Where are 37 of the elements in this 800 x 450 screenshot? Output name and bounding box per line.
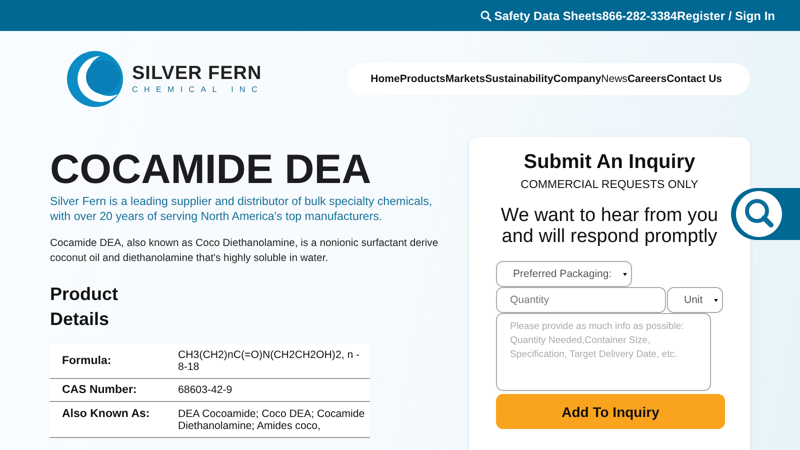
logo-name: SILVER FERN [132, 63, 263, 85]
intro-text: Silver Fern is a leading supplier and distributor of bulk specialty chemicals, with over 20 years of serving North America's top manufacturers. [50, 194, 434, 224]
logo-tagline: CHEMICAL INC [132, 85, 264, 94]
product-title: COCAMIDE DEA [50, 148, 372, 190]
packaging-select[interactable]: Preferred Packaging: [496, 261, 632, 287]
logo-icon [66, 50, 124, 108]
details-heading: Product Details [50, 283, 120, 331]
safety-data-sheets-link[interactable]: Safety Data Sheets [480, 8, 602, 22]
search-button[interactable] [731, 188, 800, 240]
message-field[interactable]: Please provide as much info as possible: Quantity Needed,Container Size, Specification, Target Delivery Date, etc. [496, 313, 711, 391]
description-text: Cocamide DEA, also known as Coco Diethanolamine, is a nonionic surfactant derive coconut oil and diethanolamine that's highly soluble in water. [50, 237, 440, 266]
nav-link[interactable]: Company [553, 72, 602, 84]
detail-label: CAS Number: [62, 384, 138, 396]
inquiry-title: Submit An Inquiry [524, 151, 696, 174]
detail-label: Formula: [62, 355, 112, 367]
nav-link[interactable]: Home [370, 72, 400, 84]
top-bar-link[interactable]: 866-282-3384 [602, 8, 677, 22]
caret-icon [623, 272, 627, 276]
nav-link[interactable]: Careers [627, 72, 667, 84]
detail-value: DEA Cocoamide; Coco DEA; Cocamide Diethanolamine; Amides coco, [178, 408, 366, 432]
add-to-inquiry-button[interactable]: Add To Inquiry [496, 394, 725, 429]
nav-link[interactable]: Products [400, 72, 446, 84]
quantity-field[interactable]: Quantity [496, 287, 666, 313]
detail-label: Also Known As: [62, 408, 151, 420]
caret-icon [714, 298, 718, 302]
unit-select[interactable]: Unit [667, 287, 723, 313]
top-bar-link[interactable]: Register / Sign In [676, 8, 775, 22]
nav-link[interactable]: News [601, 72, 628, 84]
search-icon [480, 10, 492, 22]
detail-value: 68603-42-9 [178, 384, 234, 396]
nav-link[interactable]: Contact Us [666, 72, 722, 84]
nav-link[interactable]: Sustainability [485, 72, 554, 84]
nav-link[interactable]: Markets [445, 72, 486, 84]
inquiry-subtitle: COMMERCIAL REQUESTS ONLY [520, 179, 698, 191]
inquiry-tagline: We want to hear from you and will respond promptly [500, 205, 720, 247]
search-icon [735, 190, 783, 238]
detail-value: CH3(CH2)nC(=O)N(CH2CH2OH)2, n - 8-18 [178, 349, 361, 373]
